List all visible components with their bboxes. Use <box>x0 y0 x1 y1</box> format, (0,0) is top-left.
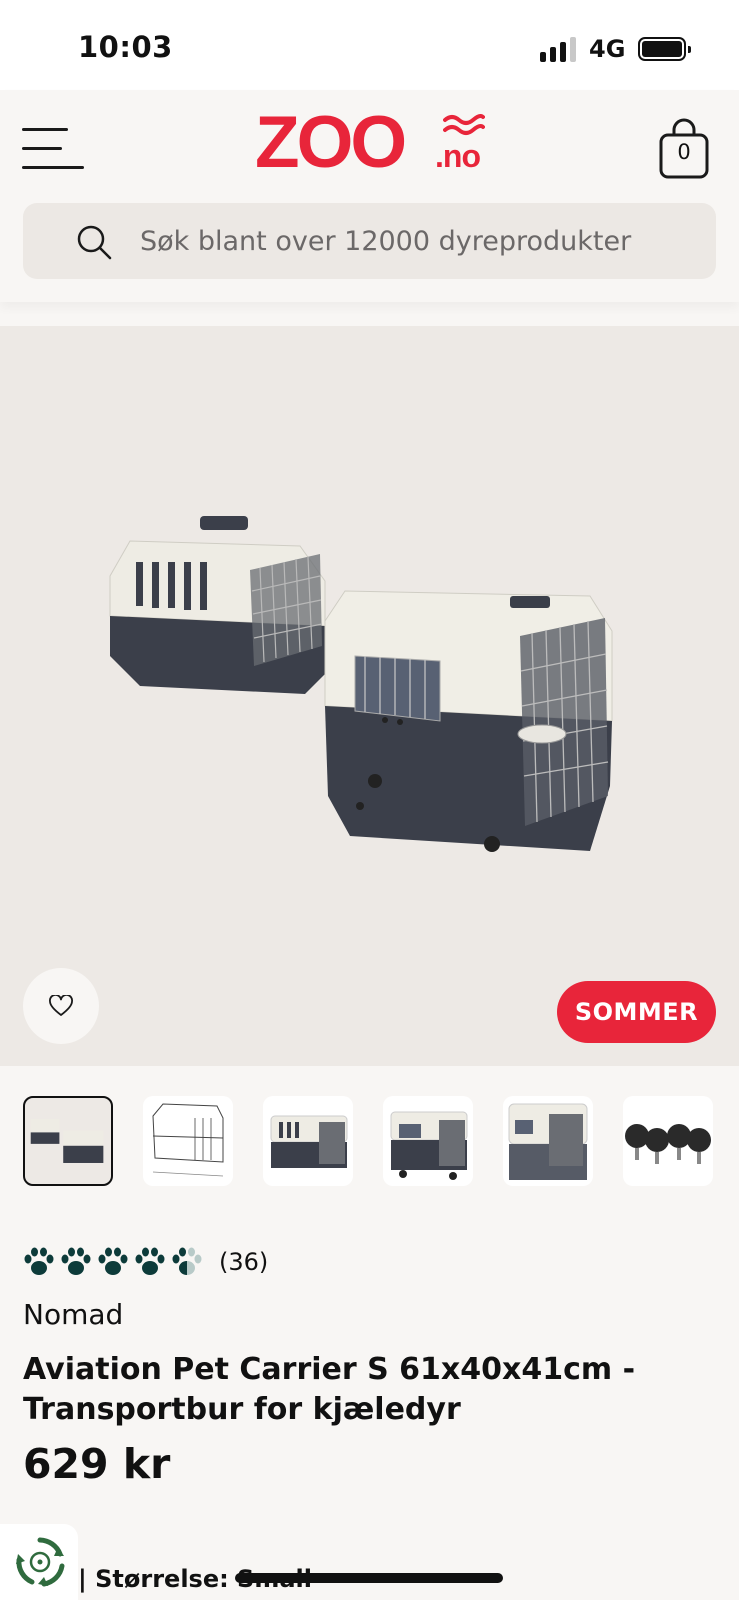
thumbnail-5[interactable] <box>503 1096 593 1186</box>
signal-icon <box>540 36 578 62</box>
recycle-icon <box>16 1537 65 1587</box>
thumbnail-6[interactable] <box>623 1096 713 1186</box>
eco-badge[interactable] <box>0 1524 78 1600</box>
cart-button[interactable]: 0 <box>658 118 710 180</box>
site-header: ZOO .no 0 Søk blant over 12000 dyreprodu… <box>0 90 739 302</box>
product-brand[interactable]: Nomad <box>23 1298 123 1331</box>
cart-count: 0 <box>677 140 691 164</box>
logo-suffix-text: .no <box>435 138 481 174</box>
paw-icon <box>61 1247 91 1275</box>
search-placeholder: Søk blant over 12000 dyreprodukter <box>140 226 632 257</box>
product-price: 629 kr <box>23 1440 171 1488</box>
thumbnail-image <box>30 1119 104 1163</box>
search-icon <box>77 225 112 260</box>
product-image-area[interactable]: SOMMER <box>0 326 739 1066</box>
thumbnail-image <box>152 1103 224 1177</box>
half-paw-icon <box>172 1247 202 1275</box>
thumbnail-2[interactable] <box>143 1096 233 1186</box>
status-bar: 10:03 4G <box>0 0 739 90</box>
thumbnail-1[interactable] <box>23 1096 113 1186</box>
status-time: 10:03 <box>78 30 173 64</box>
battery-icon <box>638 37 691 61</box>
thumbnail-image <box>508 1103 588 1180</box>
product-title-line2: Transportbur for kjæledyr <box>23 1392 461 1427</box>
network-type: 4G <box>589 35 626 63</box>
thumbnail-image <box>625 1124 711 1164</box>
site-logo[interactable]: ZOO .no <box>255 102 485 183</box>
search-input[interactable]: Søk blant over 12000 dyreprodukter <box>23 203 716 279</box>
paw-icon <box>98 1247 128 1275</box>
paw-icon <box>135 1247 165 1275</box>
paw-icon <box>24 1247 54 1275</box>
thumbnail-image <box>270 1115 348 1168</box>
thumbnail-image <box>390 1111 468 1180</box>
logo-waves-icon <box>443 114 485 135</box>
rating-count: (36) <box>219 1248 269 1276</box>
favorite-button[interactable] <box>23 968 99 1044</box>
hamburger-menu-icon[interactable] <box>22 128 86 170</box>
logo-main-text: ZOO <box>255 102 407 183</box>
product-title: Aviation Pet Carrier S 61x40x41cm - Tran… <box>23 1350 713 1430</box>
promo-badge: SOMMER <box>557 981 716 1043</box>
thumbnail-3[interactable] <box>263 1096 353 1186</box>
thumbnail-4[interactable] <box>383 1096 473 1186</box>
thumbnail-strip <box>23 1096 739 1188</box>
home-indicator[interactable] <box>235 1573 503 1583</box>
heart-icon <box>49 995 73 1016</box>
product-title-line1: Aviation Pet Carrier S 61x40x41cm - <box>23 1352 636 1387</box>
product-image <box>109 516 613 852</box>
product-rating[interactable]: (36) <box>23 1246 323 1282</box>
